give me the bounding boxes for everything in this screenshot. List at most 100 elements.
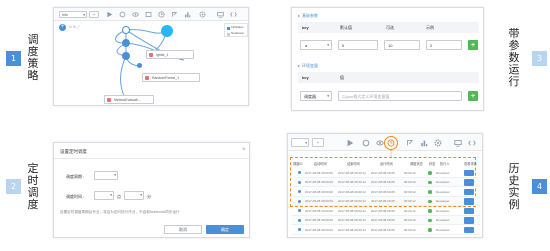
param-key-select[interactable]: a ▾ xyxy=(300,40,332,50)
table-row: 2017-08-08 09:00:00 2017-08-08 09:00:12 20… xyxy=(292,187,480,197)
table-cell: 2017-08-08 09:00:12 xyxy=(338,218,366,222)
add-env-button[interactable]: + xyxy=(468,91,478,101)
table-cell: 2017-08-08 09:05 xyxy=(371,180,395,184)
table-cell: 00:00:12 xyxy=(404,208,416,213)
schedule-period-label: 调度周期 : xyxy=(66,174,85,179)
status-indicator xyxy=(428,171,432,175)
feature-title-scheduling-strategy: 调度策略 xyxy=(27,33,39,82)
status-indicator xyxy=(428,199,432,203)
row-status-dot xyxy=(298,190,301,193)
row-status-dot xyxy=(298,209,301,212)
schedule-period-select[interactable]: ▾ xyxy=(94,171,118,180)
node-icon xyxy=(107,98,111,102)
status-indicator xyxy=(428,180,432,184)
schedule-note: 设置定时调度周期后作业，将会为定时执行作业，不会和Notebook同步运行 xyxy=(60,210,180,214)
feature-title-history-instances: 历史实例 xyxy=(508,162,520,211)
table-row: 2017-08-08 09:00:00 2017-08-08 09:00:12 20… xyxy=(292,206,480,216)
table-cell: 2017-08-08 09:05 xyxy=(371,208,395,213)
table-cell: Developer xyxy=(436,170,450,175)
history-table-body: 2017-08-08 09:00:00 2017-08-08 09:00:12 20… xyxy=(292,168,480,236)
view-detail-button[interactable] xyxy=(464,226,474,233)
table-cell: 2017-08-08 09:05 xyxy=(371,227,395,232)
table-row: 2017-08-08 09:00:00 2017-08-08 09:00:12 20… xyxy=(292,225,480,235)
table-row: 2017-08-08 09:00:00 2017-08-08 09:00:12 20… xyxy=(292,168,480,178)
row-status-dot xyxy=(298,180,301,184)
add-param-button[interactable]: + xyxy=(468,40,478,50)
table-cell: Developer xyxy=(436,218,450,222)
table-cell: Developer xyxy=(436,180,450,184)
table-row: 2017-08-08 09:00:00 2017-08-08 09:00:12 20… xyxy=(292,196,480,206)
param-example-input[interactable]: 2 xyxy=(426,40,462,50)
env-value-input[interactable]: 以json格式定义环境变量值 xyxy=(338,91,462,101)
table-cell: 2017-08-08 09:05 xyxy=(371,218,395,222)
table-cell: 2017-08-08 09:00:12 xyxy=(338,180,366,184)
param-default-input[interactable]: 0 xyxy=(338,40,378,50)
view-detail-button[interactable] xyxy=(464,217,474,224)
schedule-minute-select[interactable]: ▾ xyxy=(124,191,144,200)
section-title-env-vars: 环境变量 xyxy=(302,63,318,68)
dag-port xyxy=(137,63,142,68)
chevron-down-icon: ▾ xyxy=(327,43,329,47)
chevron-down-icon: ▾ xyxy=(140,193,142,197)
dag-node-ignite[interactable]: Ignite_1 xyxy=(146,50,194,59)
row-status-dot xyxy=(298,199,301,203)
table-cell: 00:00:12 xyxy=(404,170,416,175)
table-cell: 00:00:12 xyxy=(404,227,416,232)
table-cell: 2017-08-08 09:00:12 xyxy=(338,170,366,175)
run-with-parameters-panel: ▸ 基础参数 key 默认值 可选 示例 a ▾ 0 10 2 + ▸ 环境变量… xyxy=(291,7,484,111)
table-cell: 2017-08-08 09:00:00 xyxy=(305,199,333,203)
dag-node-step[interactable] xyxy=(122,39,130,47)
node-icon xyxy=(149,53,153,57)
dialog-divider xyxy=(54,158,249,159)
table-cell: 2017-08-08 09:05 xyxy=(371,170,395,175)
chevron-down-icon: ▾ xyxy=(114,173,116,177)
schedule-time-label: 调度时间 : xyxy=(66,194,85,199)
dag-node-metricsevaluation[interactable]: MetricsEvaluati... xyxy=(104,95,154,104)
table-cell: 2017-08-08 09:00:00 xyxy=(305,180,333,184)
dialog-title: 设置定时调度 xyxy=(60,149,87,154)
view-detail-button[interactable] xyxy=(464,207,474,214)
chevron-down-icon: ▾ xyxy=(327,94,329,98)
status-indicator xyxy=(428,218,432,222)
section-marker-icon: ▸ xyxy=(298,63,301,68)
table-cell: 2017-08-08 09:00:00 xyxy=(305,208,333,213)
scheduling-strategy-panel: Info ▾ + + ⊖ ⊕ ⤢ Ini/Status Notebook Ign… xyxy=(53,7,249,106)
table-row: 2017-08-08 09:00:00 2017-08-08 09:00:12 20… xyxy=(292,215,480,225)
status-indicator xyxy=(428,209,432,213)
feature-title-timed-scheduling: 定时调度 xyxy=(27,162,39,211)
table-cell: 2017-08-08 09:05 xyxy=(371,199,395,203)
close-icon[interactable]: × xyxy=(242,147,246,153)
view-detail-button[interactable] xyxy=(464,169,474,176)
view-detail-button[interactable] xyxy=(464,188,474,195)
feature-number-3: 3 xyxy=(532,51,547,66)
dag-node-step[interactable] xyxy=(122,52,130,60)
table-cell: 2017-08-08 09:00:12 xyxy=(338,199,366,203)
dag-node-output[interactable] xyxy=(161,25,173,37)
table-cell: 2017-08-08 09:00:00 xyxy=(305,227,333,232)
table-cell: 2017-08-08 09:00:00 xyxy=(305,218,333,222)
status-indicator xyxy=(428,190,432,194)
table-cell: 00:00:12 xyxy=(404,218,416,222)
history-instances-panel: ▾ + 调度ID 启动时间 结束时间 运行时间 调度状态 状态 执行人 查看详情… xyxy=(287,133,483,238)
section-title-basic-params: 基础参数 xyxy=(302,13,318,18)
schedule-hour-select[interactable]: ▾ xyxy=(94,191,114,200)
node-icon xyxy=(145,76,149,80)
row-status-dot xyxy=(298,218,301,222)
table-cell: Developer xyxy=(436,208,450,213)
confirm-button[interactable]: 确定 xyxy=(206,225,244,234)
param-optional-input[interactable]: 10 xyxy=(384,40,420,50)
table-cell: 2017-08-08 09:00:12 xyxy=(338,227,366,232)
view-detail-button[interactable] xyxy=(464,198,474,205)
env-key-select[interactable]: 调度器 ▾ xyxy=(300,91,332,101)
dag-node-start[interactable] xyxy=(122,26,130,34)
table-row: 2017-08-08 09:00:00 2017-08-08 09:00:12 20… xyxy=(292,177,480,187)
table-cell: 2017-08-08 09:00:00 xyxy=(305,170,333,175)
feature-number-1: 1 xyxy=(6,51,21,66)
feature-title-run-with-params: 带参数运行 xyxy=(508,27,520,88)
history-table-header: 调度ID 启动时间 结束时间 运行时间 调度状态 状态 执行人 查看详情 xyxy=(293,162,477,166)
feature-number-2: 2 xyxy=(6,179,21,194)
dag-node-randomforest[interactable]: RandomForest_1 xyxy=(142,73,200,82)
view-detail-button[interactable] xyxy=(464,179,474,186)
cancel-button[interactable]: 取消 xyxy=(164,225,202,234)
chevron-down-icon: ▾ xyxy=(110,193,112,197)
